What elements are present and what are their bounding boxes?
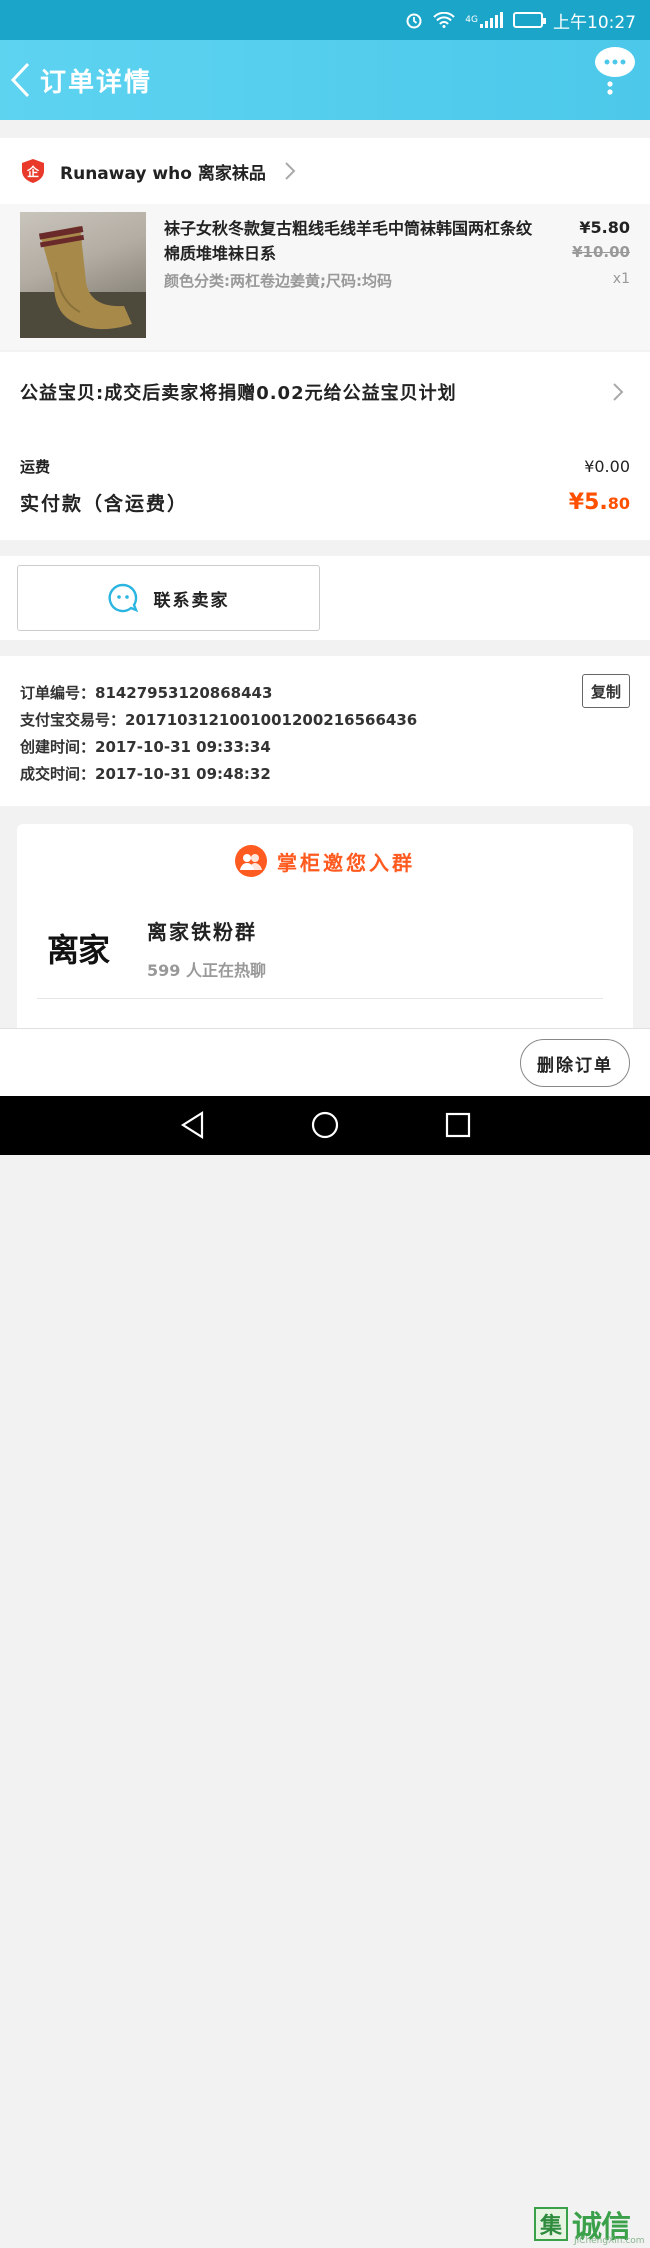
- order-item[interactable]: 袜子女秋冬款复古粗线毛线羊毛中筒袜韩国两杠条纹棉质堆堆袜日系 颜色分类:两杠卷边…: [0, 204, 650, 350]
- order-number: 订单编号：81427953120868443: [20, 684, 273, 702]
- paid-amount: ¥5.80: [569, 490, 630, 515]
- paid-main: 5.: [584, 490, 608, 515]
- paid-label: 实付款（含运费）: [20, 493, 189, 515]
- status-time: 上午10:27: [553, 12, 636, 33]
- watermark-mark: 集: [534, 2207, 568, 2241]
- svg-text:企: 企: [26, 164, 40, 179]
- item-original-price: ¥10.00: [572, 243, 630, 261]
- completed-time: 成交时间：2017-10-31 09:48:32: [20, 765, 271, 783]
- contact-seller-label: 联系卖家: [153, 590, 230, 611]
- battery-icon: [513, 12, 546, 28]
- enterprise-shield-icon: 企: [22, 159, 44, 183]
- shop-row[interactable]: 企 Runaway who 离家袜品: [0, 138, 650, 204]
- cellular-signal-icon: 4G: [465, 12, 503, 28]
- charity-text: 公益宝贝:成交后卖家将捐赠0.02元给公益宝贝计划: [20, 383, 457, 404]
- divider: [37, 998, 603, 999]
- home-circle-icon[interactable]: [310, 1110, 340, 1140]
- chevron-right-icon: [285, 162, 296, 180]
- item-thumbnail: [20, 212, 146, 338]
- item-price: ¥5.80: [579, 218, 630, 237]
- wifi-icon: [433, 12, 456, 28]
- group-people-icon: [235, 845, 267, 877]
- recents-square-icon[interactable]: [443, 1110, 473, 1140]
- fee-summary: 运费 ¥0.00 实付款（含运费） ¥5.80: [0, 432, 650, 540]
- back-triangle-icon[interactable]: [178, 1110, 208, 1140]
- chevron-right-icon: [613, 383, 624, 401]
- group-member-count: 599 人正在热聊: [147, 960, 266, 980]
- watermark-sub: JiChengXin.com: [574, 2236, 645, 2246]
- message-icon: [595, 47, 635, 95]
- status-bar: 4G 上午10:27: [0, 0, 650, 40]
- system-nav-bar: 集 诚信 JiChengXin.com: [0, 1096, 650, 2246]
- group-invite-card: 掌柜邀您入群 离家 离家铁粉群 599 人正在热聊: [17, 824, 633, 1034]
- copy-button[interactable]: 复制: [582, 674, 630, 708]
- created-time: 创建时间：2017-10-31 09:33:34: [20, 738, 271, 756]
- paid-cents: 80: [607, 494, 630, 513]
- nav-bar: 订单详情: [0, 40, 650, 120]
- back-arrow-icon: [10, 62, 30, 98]
- delete-order-button[interactable]: 删除订单: [520, 1039, 630, 1087]
- bottom-action-bar: 删除订单: [0, 1028, 650, 1096]
- shop-name: Runaway who 离家袜品: [60, 163, 266, 184]
- group-name: 离家铁粉群: [147, 919, 257, 944]
- item-quantity: x1: [612, 271, 630, 287]
- paid-currency: ¥: [568, 490, 585, 515]
- group-logo: 离家: [47, 931, 110, 969]
- charity-row[interactable]: 公益宝贝:成交后卖家将捐赠0.02元给公益宝贝计划: [0, 352, 650, 432]
- watermark: 集 诚信 JiChengXin.com: [534, 2200, 650, 2248]
- group-invite-title: 掌柜邀您入群: [277, 850, 415, 875]
- contact-section: 联系卖家: [0, 556, 650, 640]
- page-title: 订单详情: [40, 67, 153, 98]
- item-sku: 颜色分类:两杠卷边姜黄;尺码:均码: [164, 272, 392, 290]
- back-button[interactable]: [0, 40, 40, 120]
- contact-seller-button[interactable]: 联系卖家: [17, 565, 320, 631]
- alipay-trade-number: 支付宝交易号：2017103121001001200216566436: [20, 711, 418, 729]
- shipping-value: ¥0.00: [584, 457, 630, 476]
- network-type: 4G: [465, 15, 478, 25]
- order-info: 订单编号：81427953120868443 支付宝交易号：2017103121…: [0, 656, 650, 806]
- item-title: 袜子女秋冬款复古粗线毛线羊毛中筒袜韩国两杠条纹棉质堆堆袜日系: [164, 219, 533, 263]
- message-button[interactable]: [594, 46, 636, 96]
- group-entry[interactable]: 离家 离家铁粉群 599 人正在热聊: [17, 898, 633, 998]
- alarm-icon: [405, 11, 423, 29]
- shipping-label: 运费: [20, 458, 51, 476]
- chat-smile-icon: [108, 583, 138, 613]
